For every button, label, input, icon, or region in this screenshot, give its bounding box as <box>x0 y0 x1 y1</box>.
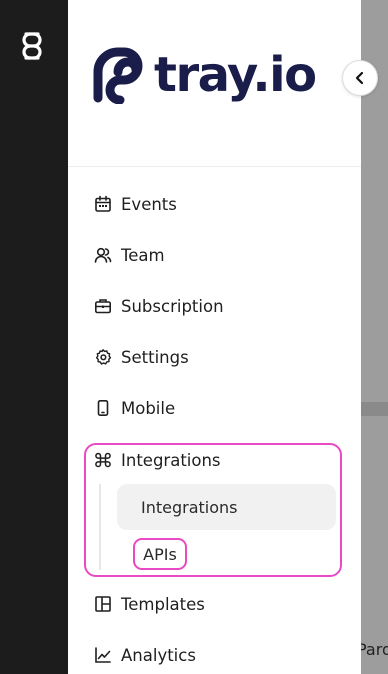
layout-icon <box>94 595 112 613</box>
calendar-icon <box>94 195 112 213</box>
sidebar-item-label: Team <box>121 245 165 265</box>
sidebar-item-settings[interactable]: Settings <box>94 342 189 372</box>
chevron-left-icon <box>355 71 364 85</box>
command-icon <box>94 451 112 469</box>
sidebar-item-label: Mobile <box>121 398 176 418</box>
tray-logo-mark-icon <box>93 47 143 104</box>
sidebar-item-mobile[interactable]: Mobile <box>94 393 175 423</box>
tray-s-logo-icon[interactable] <box>18 30 46 64</box>
sidebar-item-subscription[interactable]: Subscription <box>94 291 224 321</box>
submenu-item-apis[interactable]: APIs <box>133 538 187 570</box>
chart-line-icon <box>94 646 112 664</box>
sidebar-item-analytics[interactable]: Analytics <box>94 640 196 670</box>
app-rail <box>0 0 68 674</box>
brand-name: tray.io <box>154 47 317 103</box>
submenu-item-label: Integrations <box>141 497 238 517</box>
sidebar-item-label: Events <box>121 194 177 214</box>
submenu-guide-line <box>99 484 101 570</box>
backdrop-fragment-text: Pardo <box>357 640 388 659</box>
sidebar-item-templates[interactable]: Templates <box>94 589 205 619</box>
sidebar-item-label: Settings <box>121 347 189 367</box>
brand-header: tray.io <box>68 0 361 167</box>
mobile-icon <box>94 399 112 417</box>
submenu-item-integrations[interactable]: Integrations <box>117 484 336 530</box>
collapse-sidebar-button[interactable] <box>342 60 378 96</box>
sidebar-item-team[interactable]: Team <box>94 240 165 270</box>
sidebar-item-events[interactable]: Events <box>94 189 177 219</box>
sidebar-item-label: Templates <box>121 594 205 614</box>
sidebar-item-label: Subscription <box>121 296 224 316</box>
page-backdrop <box>361 0 388 674</box>
backdrop-band <box>361 402 388 416</box>
sidebar-item-label: Integrations <box>121 450 221 470</box>
submenu-item-label: APIs <box>143 544 177 564</box>
sidebar-item-integrations[interactable]: Integrations <box>94 445 221 475</box>
briefcase-icon <box>94 297 112 315</box>
gear-icon <box>94 348 112 366</box>
sidebar-item-label: Analytics <box>121 645 196 665</box>
users-icon <box>94 246 112 264</box>
